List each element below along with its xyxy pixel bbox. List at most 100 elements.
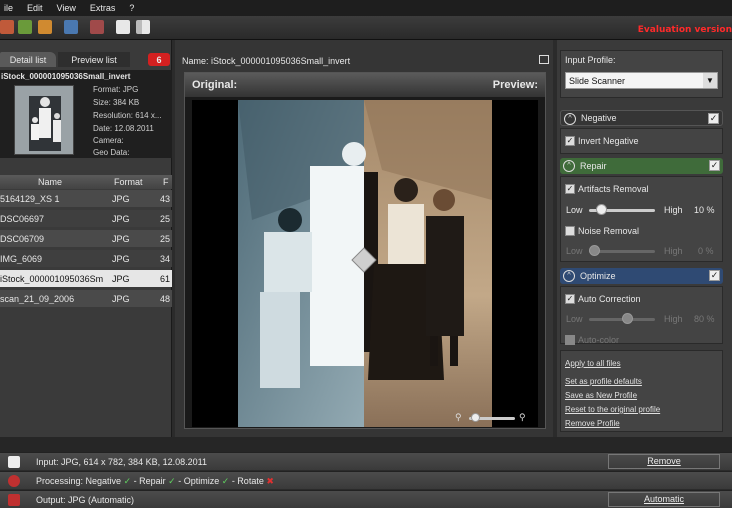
- save-new-profile-link[interactable]: Save as New Profile: [565, 391, 637, 400]
- repair-title: Repair: [580, 161, 607, 171]
- artifacts-low-label: Low: [566, 205, 583, 215]
- negative-title: Negative: [581, 113, 617, 123]
- optimize-title: Optimize: [580, 271, 616, 281]
- auto-low-label: Low: [566, 314, 583, 324]
- apply-to-all-link[interactable]: Apply to all files: [565, 359, 621, 368]
- invert-negative-checkbox[interactable]: ✓: [565, 136, 575, 146]
- import-icon[interactable]: [18, 20, 32, 34]
- input-profile-select[interactable]: Slide Scanner ▼: [565, 72, 718, 89]
- check-icon: ✓: [221, 476, 230, 486]
- invert-negative-option[interactable]: ✓ Invert Negative: [565, 136, 639, 146]
- check-icon: ✓: [123, 476, 132, 486]
- auto-color-option[interactable]: Auto-color: [565, 335, 619, 345]
- automatic-button[interactable]: Automatic: [608, 492, 720, 507]
- noise-removal-option[interactable]: Noise Removal: [565, 226, 639, 236]
- open-icon[interactable]: [0, 20, 14, 34]
- file-size: 61: [160, 274, 171, 284]
- output-info-row: Output: JPG (Automatic) Automatic: [0, 490, 732, 508]
- file-size: 25: [160, 234, 171, 244]
- tab-preview-list[interactable]: Preview list: [58, 52, 130, 67]
- zoom-slider-knob[interactable]: [471, 413, 480, 422]
- toolbar: [0, 16, 732, 40]
- file-row[interactable]: DSC06697 JPG 25: [0, 210, 172, 227]
- artifacts-value: 10 %: [694, 205, 715, 215]
- comparison-image[interactable]: [192, 100, 538, 427]
- zoom-out-icon[interactable]: ⚲: [455, 412, 462, 423]
- export-icon[interactable]: [90, 20, 104, 34]
- menu-file[interactable]: ile: [4, 3, 13, 13]
- file-count-badge: 6: [148, 53, 170, 66]
- file-format: JPG: [112, 254, 130, 264]
- file-row[interactable]: IMG_6069 JPG 34: [0, 250, 172, 267]
- file-list-header: Name Format F: [0, 175, 172, 189]
- menu-view[interactable]: View: [57, 3, 76, 13]
- menu-edit[interactable]: Edit: [27, 3, 43, 13]
- input-info-row: Input: JPG, 614 x 782, 384 KB, 12.08.201…: [0, 452, 732, 470]
- single-view-icon[interactable]: [116, 20, 130, 34]
- file-format: JPG: [112, 194, 130, 204]
- output-file-icon: [8, 494, 20, 506]
- file-row-selected[interactable]: iStock_000001095036Sm JPG 61: [0, 270, 172, 287]
- artifacts-removal-label: Artifacts Removal: [578, 184, 649, 194]
- file-row[interactable]: scan_21_09_2006 JPG 48: [0, 290, 172, 307]
- artifacts-slider-knob[interactable]: [595, 204, 607, 215]
- menu-bar: ile Edit View Extras ?: [0, 0, 732, 16]
- repair-section-header[interactable]: ^ Repair ✓: [560, 158, 723, 174]
- optimize-enable-checkbox[interactable]: ✓: [709, 270, 720, 281]
- collapse-icon[interactable]: ^: [564, 113, 576, 125]
- split-view-icon[interactable]: [136, 20, 150, 34]
- reset-profile-link[interactable]: Reset to the original profile: [565, 405, 660, 414]
- artifacts-high-label: High: [664, 205, 683, 215]
- file-name: DSC06709: [0, 234, 45, 244]
- artifacts-removal-option[interactable]: ✓ Artifacts Removal: [565, 184, 649, 194]
- maximize-icon[interactable]: [539, 55, 549, 64]
- optimize-section-header[interactable]: ^ Optimize ✓: [560, 268, 723, 284]
- meta-camera: Camera:: [93, 136, 124, 145]
- column-size[interactable]: F: [163, 177, 169, 187]
- auto-slider-knob[interactable]: [622, 313, 633, 324]
- file-name: scan_21_09_2006: [0, 294, 75, 304]
- remove-profile-link[interactable]: Remove Profile: [565, 419, 620, 428]
- column-name[interactable]: Name: [38, 177, 62, 187]
- zoom-in-icon[interactable]: ⚲: [519, 412, 526, 423]
- tab-detail-list[interactable]: Detail list: [0, 52, 56, 67]
- chevron-down-icon[interactable]: ▼: [703, 73, 717, 88]
- column-format[interactable]: Format: [114, 177, 143, 187]
- file-name: DSC06697: [0, 214, 45, 224]
- meta-size: Size: 384 KB: [93, 98, 140, 107]
- menu-help[interactable]: ?: [129, 3, 134, 13]
- preview-label: Preview:: [492, 79, 538, 91]
- set-profile-defaults-link[interactable]: Set as profile defaults: [565, 377, 642, 386]
- noise-value: 0 %: [698, 246, 714, 256]
- repair-enable-checkbox[interactable]: ✓: [709, 160, 720, 171]
- file-row[interactable]: 5164129_XS 1 JPG 43: [0, 190, 172, 207]
- collapse-icon[interactable]: ^: [563, 160, 575, 172]
- file-name: 5164129_XS 1: [0, 194, 60, 204]
- bottom-separator: [0, 437, 732, 452]
- save-icon[interactable]: [64, 20, 78, 34]
- file-row[interactable]: DSC06709 JPG 25: [0, 230, 172, 247]
- processing-rotate: - Rotate: [231, 476, 264, 486]
- artifacts-removal-checkbox[interactable]: ✓: [565, 184, 575, 194]
- negative-enable-checkbox[interactable]: ✓: [708, 113, 719, 124]
- negative-section-header[interactable]: ^ Negative ✓: [560, 110, 723, 126]
- collapse-icon[interactable]: ^: [563, 270, 575, 282]
- file-format: JPG: [112, 274, 130, 284]
- auto-color-checkbox[interactable]: [565, 335, 575, 345]
- menu-extras[interactable]: Extras: [90, 3, 116, 13]
- remove-button[interactable]: Remove: [608, 454, 720, 469]
- auto-correction-option[interactable]: ✓ Auto Correction: [565, 294, 641, 304]
- folder-icon[interactable]: [38, 20, 52, 34]
- processing-negative: Processing: Negative: [36, 476, 122, 486]
- noise-slider-knob[interactable]: [589, 245, 600, 256]
- file-thumbnail: [14, 85, 74, 155]
- noise-removal-checkbox[interactable]: [565, 226, 575, 236]
- check-icon: ✓: [168, 476, 176, 486]
- meta-geodata: Geo Data:: [93, 148, 130, 157]
- processing-icon: [8, 475, 20, 487]
- invert-negative-label: Invert Negative: [578, 136, 639, 146]
- image-name-bar: Name: iStock_000001095036Small_invert: [175, 52, 553, 68]
- auto-correction-label: Auto Correction: [578, 294, 641, 304]
- auto-correction-checkbox[interactable]: ✓: [565, 294, 575, 304]
- noise-removal-label: Noise Removal: [578, 226, 640, 236]
